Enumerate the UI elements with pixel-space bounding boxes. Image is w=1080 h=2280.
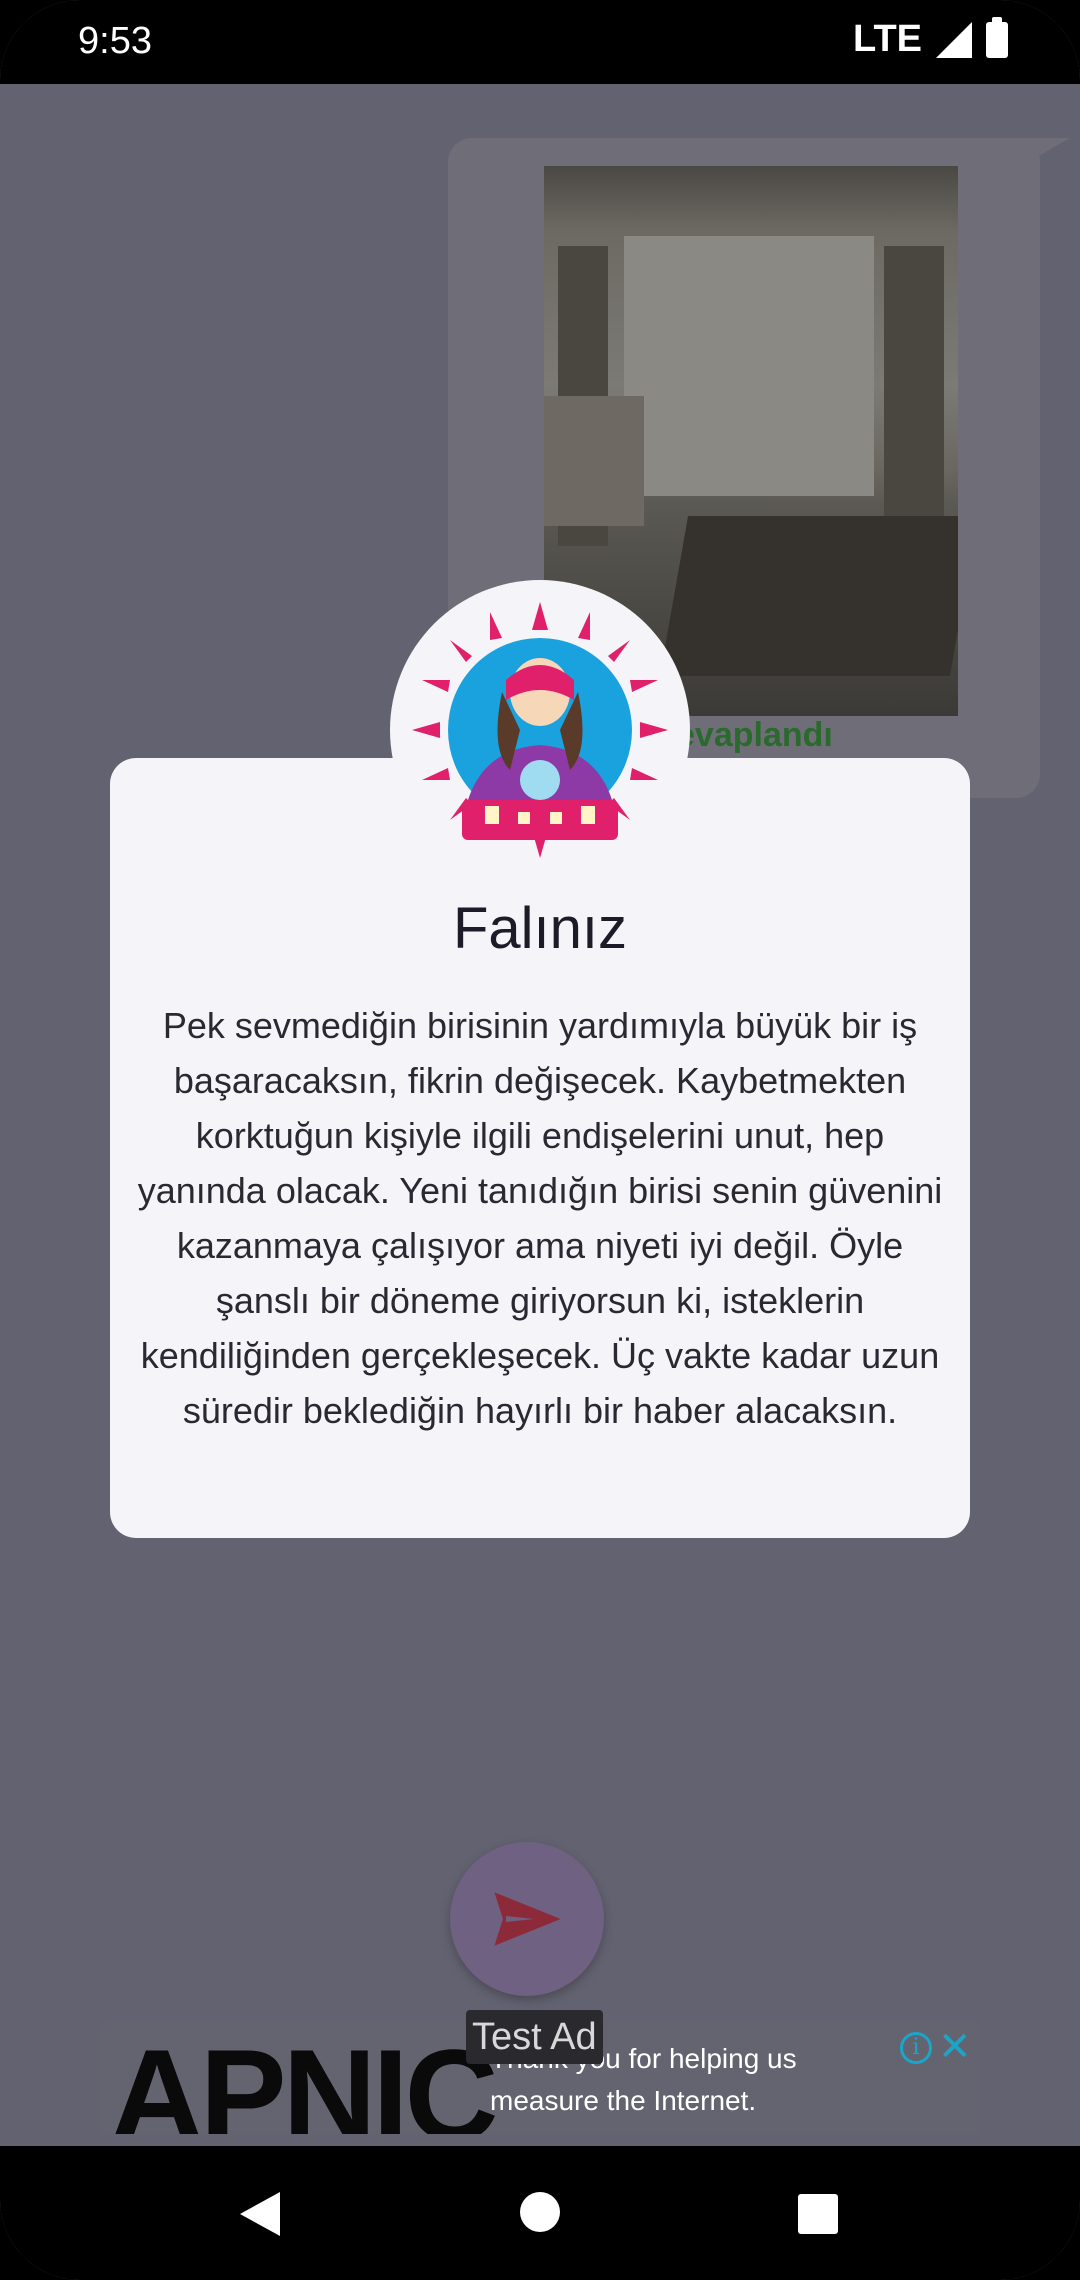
ad-logo: APNIC bbox=[110, 2022, 498, 2134]
test-ad-label: Test Ad bbox=[466, 2010, 603, 2064]
home-icon[interactable] bbox=[520, 2192, 560, 2232]
dialog-title: Falınız bbox=[452, 896, 628, 961]
status-icons: LTE bbox=[853, 16, 1008, 61]
photo-window bbox=[624, 236, 874, 496]
navigation-bar bbox=[0, 2146, 1080, 2280]
send-button[interactable] bbox=[450, 1842, 604, 1996]
photo-rug bbox=[659, 516, 958, 676]
photo-shelf-right bbox=[884, 246, 944, 546]
status-time: 9:53 bbox=[78, 20, 152, 62]
fortune-teller-avatar bbox=[390, 580, 690, 880]
chat-bubble-tail bbox=[1000, 138, 1070, 178]
fortune-text: Pek sevmediğin birisinin yardımıyla büyü… bbox=[137, 1005, 943, 1431]
network-type: LTE bbox=[853, 18, 922, 60]
back-icon[interactable] bbox=[240, 2192, 280, 2236]
battery-icon bbox=[986, 16, 1008, 58]
ad-close-icon[interactable]: ✕ bbox=[938, 2024, 972, 2070]
status-bar: 9:53 LTE bbox=[0, 0, 1080, 84]
phone-screen: 9:53 LTE evaplandı Falınız Pek sevmediği… bbox=[0, 0, 1080, 2280]
ad-info-icon[interactable]: i bbox=[900, 2032, 932, 2064]
send-icon bbox=[494, 1892, 560, 1946]
fortune-teller-icon bbox=[412, 602, 668, 858]
message-status-text: evaplandı bbox=[676, 716, 833, 754]
recents-icon[interactable] bbox=[798, 2194, 838, 2234]
photo-sofa bbox=[544, 396, 644, 526]
signal-icon bbox=[936, 21, 972, 58]
